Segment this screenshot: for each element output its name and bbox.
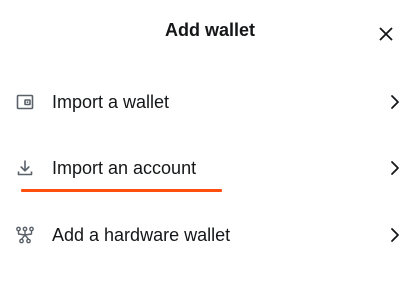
- hardware-wallet-option[interactable]: Add a hardware wallet: [0, 211, 420, 259]
- close-icon: [374, 22, 398, 46]
- close-button[interactable]: [374, 22, 398, 46]
- import-wallet-label: Import a wallet: [52, 92, 170, 112]
- add-wallet-dialog: Add wallet Import a wallet Import an acc…: [0, 0, 420, 283]
- dialog-title: Add wallet: [164, 20, 255, 40]
- import-account-option[interactable]: Import an account: [0, 144, 420, 192]
- hardware-wallet-label: Add a hardware wallet: [52, 225, 231, 245]
- hardware-wallet-icon: [15, 225, 35, 245]
- import-wallet-option[interactable]: Import a wallet: [0, 78, 420, 126]
- highlight-underline: [21, 189, 222, 192]
- download-icon: [15, 158, 35, 178]
- chevron-right-icon: [385, 225, 405, 245]
- import-account-label: Import an account: [52, 158, 197, 178]
- wallet-icon: [15, 92, 35, 112]
- chevron-right-icon: [385, 92, 405, 112]
- chevron-right-icon: [385, 158, 405, 178]
